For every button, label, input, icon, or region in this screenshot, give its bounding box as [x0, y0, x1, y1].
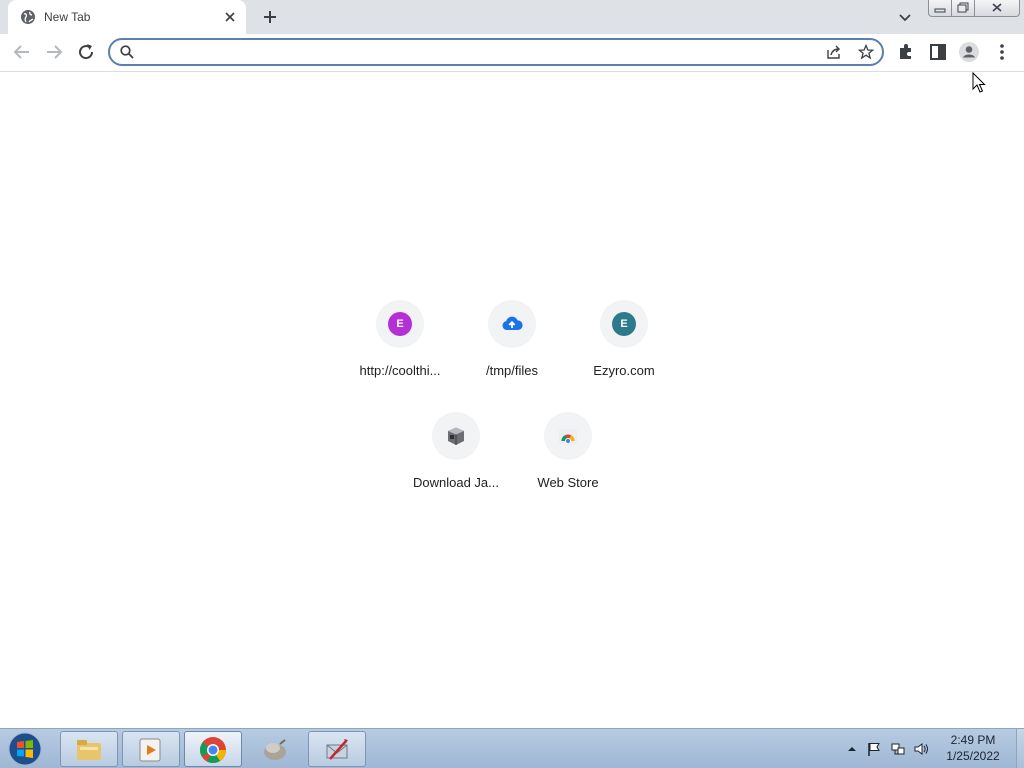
chrome-web-store-icon — [559, 429, 577, 444]
windows-taskbar — [0, 728, 1024, 768]
bookmark-star-icon[interactable] — [858, 44, 874, 60]
share-icon[interactable] — [826, 44, 842, 60]
network-icon[interactable] — [890, 741, 906, 757]
network-tool-icon — [264, 739, 286, 760]
shortcut-icon-circle — [488, 300, 536, 348]
new-tab-button[interactable] — [258, 5, 282, 29]
tab-title: New Tab — [44, 10, 91, 24]
chrome-icon — [200, 737, 227, 763]
shortcut-label: /tmp/files — [485, 363, 538, 378]
taskbar-network-tool-button[interactable] — [246, 731, 304, 767]
shortcut-icon-circle: E — [376, 300, 424, 348]
tab-search-chevron-icon[interactable] — [894, 6, 916, 28]
shortcut-tile[interactable]: Download Ja... — [400, 412, 512, 518]
shortcut-label: Download Ja... — [413, 475, 499, 490]
tab-strip: New Tab — [0, 0, 1024, 34]
reload-icon[interactable] — [74, 40, 98, 64]
profile-avatar-icon[interactable] — [957, 40, 981, 64]
globe-icon — [21, 10, 35, 24]
shortcut-label: Ezyro.com — [593, 363, 655, 378]
show-hidden-icons-icon[interactable] — [844, 741, 860, 757]
taskbar-mail-tool-button[interactable] — [308, 731, 366, 767]
action-center-flag-icon[interactable] — [866, 741, 882, 757]
close-tab-icon[interactable] — [222, 9, 238, 25]
clock-date: 1/25/2022 — [946, 749, 1000, 763]
shortcut-tile[interactable]: Web Store — [512, 412, 624, 518]
letter-e-icon: E — [388, 312, 412, 336]
shortcut-icon-circle — [544, 412, 592, 460]
restore-window-button[interactable] — [951, 0, 975, 17]
show-desktop-button[interactable] — [1016, 729, 1024, 768]
shortcut-tile[interactable]: E http://coolthi... — [344, 300, 456, 406]
extensions-puzzle-icon[interactable] — [894, 40, 918, 64]
browser-toolbar — [0, 34, 1024, 72]
mouse-cursor-icon — [972, 72, 986, 93]
folder-icon — [77, 740, 101, 760]
taskbar-media-player-button[interactable] — [122, 731, 180, 767]
shortcut-label: http://coolthi... — [359, 363, 441, 378]
close-window-button[interactable] — [974, 0, 1020, 17]
back-arrow-icon[interactable] — [10, 40, 34, 64]
shortcut-icon-circle — [432, 412, 480, 460]
address-bar[interactable] — [108, 38, 884, 66]
letter-e-icon: E — [612, 312, 636, 336]
mail-tool-icon — [326, 739, 348, 760]
cloud-upload-icon — [502, 316, 523, 330]
start-button[interactable] — [5, 732, 45, 766]
tab-new-tab[interactable]: New Tab — [8, 0, 246, 34]
more-menu-icon[interactable] — [990, 40, 1014, 64]
system-clock[interactable]: 2:49 PM 1/25/2022 — [936, 732, 1010, 764]
search-icon — [120, 45, 134, 59]
side-panel-icon[interactable] — [926, 40, 950, 64]
box-icon — [448, 427, 464, 445]
media-player-icon — [139, 738, 161, 762]
minimize-window-button[interactable] — [928, 0, 952, 17]
address-input[interactable] — [140, 43, 824, 63]
taskbar-chrome-button[interactable] — [184, 731, 242, 767]
clock-time: 2:49 PM — [950, 733, 996, 747]
taskbar-explorer-button[interactable] — [60, 731, 118, 767]
volume-icon[interactable] — [913, 741, 929, 757]
shortcut-tile[interactable]: /tmp/files — [456, 300, 568, 406]
forward-arrow-icon[interactable] — [42, 40, 66, 64]
shortcut-icon-circle: E — [600, 300, 648, 348]
shortcut-label: Web Store — [537, 475, 599, 490]
shortcut-tile[interactable]: E Ezyro.com — [568, 300, 680, 406]
